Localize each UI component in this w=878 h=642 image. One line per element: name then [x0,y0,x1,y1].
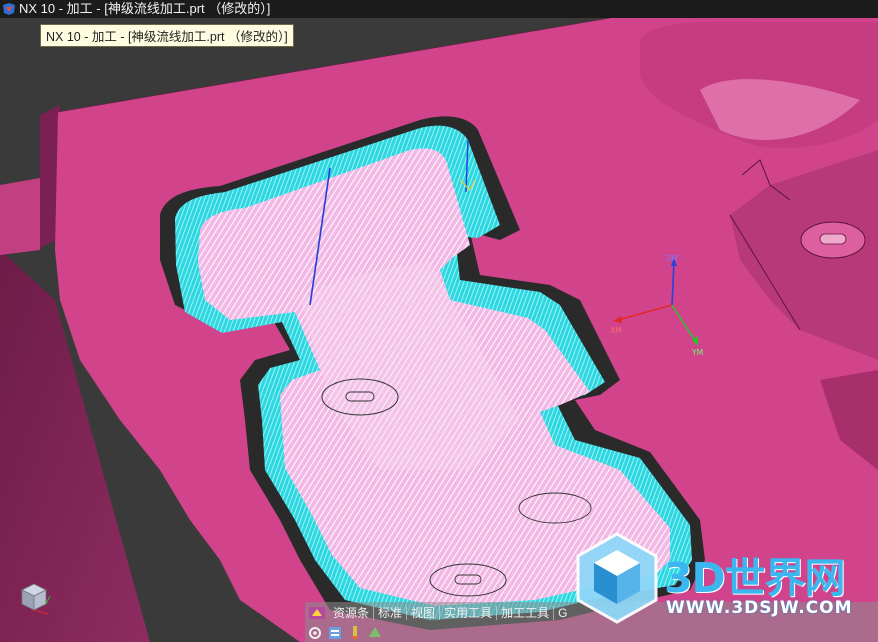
tab-separator [373,606,375,620]
tab-separator [553,606,555,620]
tab-utility-tools[interactable]: 实用工具 [440,603,496,623]
window-title: NX 10 - 加工 - [神级流线加工.prt （修改的）] [19,1,271,16]
tab-view[interactable]: 视图 [407,603,439,623]
wcs-triad: ZM XM YM [608,250,708,365]
resource-bar-icon [309,607,325,619]
operation-icon[interactable] [347,625,363,641]
tab-separator [496,606,498,620]
geometry-icon[interactable] [367,625,383,641]
watermark-logo: 3D世界网 WWW.3DSJW.COM [572,528,878,634]
title-bar: NX 10 - 加工 - [神级流线加工.prt （修改的）] [0,0,878,18]
tab-separator [406,606,408,620]
resource-bar-tabs: 资源条 标准 视图 实用工具 加工工具 G [305,602,571,624]
triad-x-label: XM [610,326,622,335]
watermark-url: WWW.3DSJW.COM [666,598,853,618]
gear-icon[interactable] [307,625,323,641]
triad-z-label: ZM [666,254,678,263]
tab-standard[interactable]: 标准 [374,603,406,623]
tab-machining-tools[interactable]: 加工工具 [497,603,553,623]
tab-separator [439,606,441,620]
triad-y-label: YM [692,348,704,357]
navigator-icon[interactable] [327,625,343,641]
cube-logo-icon [576,532,658,624]
title-tooltip: NX 10 - 加工 - [神级流线加工.prt （修改的）] [40,24,294,47]
tab-g[interactable]: G [554,603,571,623]
tab-resource-bar[interactable]: 资源条 [329,603,373,623]
part-ledge [0,178,40,255]
resource-bar-tools [305,624,385,642]
view-cube-icon[interactable] [14,576,54,616]
app-icon [3,3,15,15]
watermark-title: 3D世界网 [664,554,846,602]
